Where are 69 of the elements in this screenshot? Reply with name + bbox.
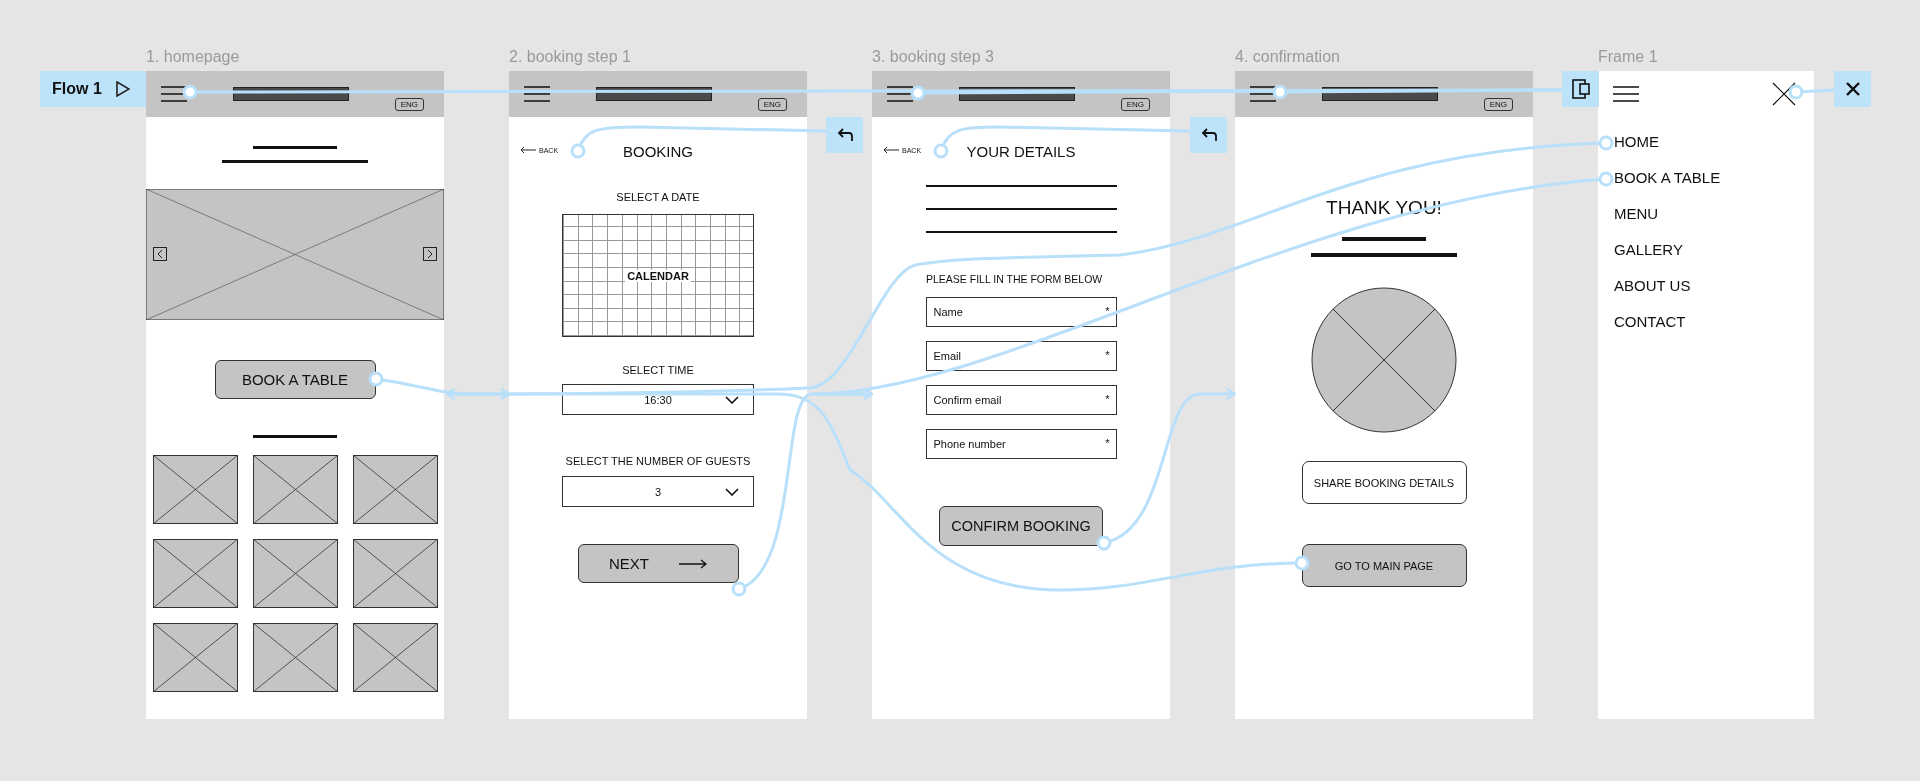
menu-item[interactable]: BOOK A TABLE [1614, 169, 1721, 187]
section-label: SELECT TIME [622, 364, 694, 376]
frame-title: 1. homepage [146, 48, 241, 67]
connector-node[interactable] [910, 85, 926, 101]
calendar[interactable]: CALENDAR [562, 214, 754, 337]
return-arrow-icon [1200, 128, 1217, 142]
connector-node[interactable] [1272, 84, 1288, 100]
language-badge: ENG [1483, 97, 1513, 111]
book-button[interactable]: BOOK A TABLE [214, 360, 376, 399]
required-mark: * [1105, 437, 1110, 449]
language-badge: ENG [1120, 97, 1150, 111]
menu-icon[interactable] [161, 86, 187, 102]
language-badge: ENG [394, 97, 424, 111]
calendar-label: CALENDAR [625, 269, 691, 282]
arrow-left-icon [883, 146, 899, 154]
menu-icon[interactable] [887, 86, 913, 102]
required-mark: * [1105, 393, 1110, 405]
connector-node[interactable] [1294, 555, 1310, 571]
language-badge: ENG [757, 97, 787, 111]
section-label: SELECT A DATE [616, 191, 700, 203]
close-icon[interactable] [1772, 82, 1796, 106]
return-arrow-icon [836, 128, 853, 142]
menu-item[interactable]: HOME [1614, 133, 1659, 151]
guests-dropdown[interactable]: 3 [562, 476, 754, 507]
menu-icon[interactable] [1250, 86, 1276, 102]
menu-item[interactable]: GALLERY [1614, 241, 1683, 259]
chevron-down-icon [725, 396, 739, 404]
connector-node[interactable] [1096, 535, 1112, 551]
connector-node[interactable] [570, 143, 586, 159]
menu-icon[interactable] [524, 86, 550, 102]
chevron-left-icon[interactable] [153, 247, 167, 261]
menu-icon[interactable] [1613, 86, 1639, 102]
chevron-down-icon [725, 488, 739, 496]
connector-node[interactable] [368, 371, 384, 387]
page-heading: BOOKING [623, 142, 693, 160]
required-mark: * [1105, 305, 1110, 317]
time-dropdown[interactable]: 16:30 [562, 384, 754, 415]
frame-title: 2. booking step 1 [509, 48, 632, 67]
connector-node[interactable] [1598, 171, 1614, 187]
menu-item[interactable]: MENU [1614, 205, 1659, 223]
flow-badge[interactable]: Flow 1 [40, 71, 146, 107]
close-icon [1845, 82, 1860, 96]
connector-node[interactable] [182, 84, 198, 100]
back-action-button[interactable] [826, 117, 863, 153]
section-label: SELECT THE NUMBER OF GUESTS [565, 455, 751, 467]
frame-title: 4. confirmation [1235, 48, 1341, 67]
menu-item[interactable]: CONTACT [1614, 313, 1686, 331]
frame-title: 3. booking step 3 [872, 48, 995, 67]
play-icon [115, 81, 130, 97]
confirm-button[interactable]: CONFIRM BOOKING [939, 506, 1103, 546]
share-button[interactable]: SHARE BOOKING DETAILS [1301, 461, 1467, 504]
connector-node[interactable] [1598, 135, 1614, 151]
page-heading: YOUR DETAILS [966, 142, 1076, 160]
menu-item[interactable]: ABOUT US [1614, 277, 1691, 295]
arrow-right-icon [679, 558, 707, 569]
frame-title: Frame 1 [1598, 48, 1659, 67]
overlay-action-button[interactable] [1562, 71, 1599, 107]
connector-node[interactable] [933, 143, 949, 159]
required-mark: * [1105, 349, 1110, 361]
connector-node[interactable] [1788, 84, 1804, 100]
connector-node[interactable] [731, 581, 747, 597]
main-page-button[interactable]: GO TO MAIN PAGE [1301, 544, 1467, 587]
form-instruction: PLEASE FILL IN THE FORM BELOW [926, 273, 1103, 285]
next-button[interactable]: NEXT [577, 544, 739, 583]
close-action-button[interactable] [1834, 71, 1871, 107]
chevron-right-icon[interactable] [423, 247, 437, 261]
overlay-icon [1571, 79, 1590, 99]
back-action-button[interactable] [1190, 117, 1227, 153]
arrow-left-icon [520, 146, 536, 154]
